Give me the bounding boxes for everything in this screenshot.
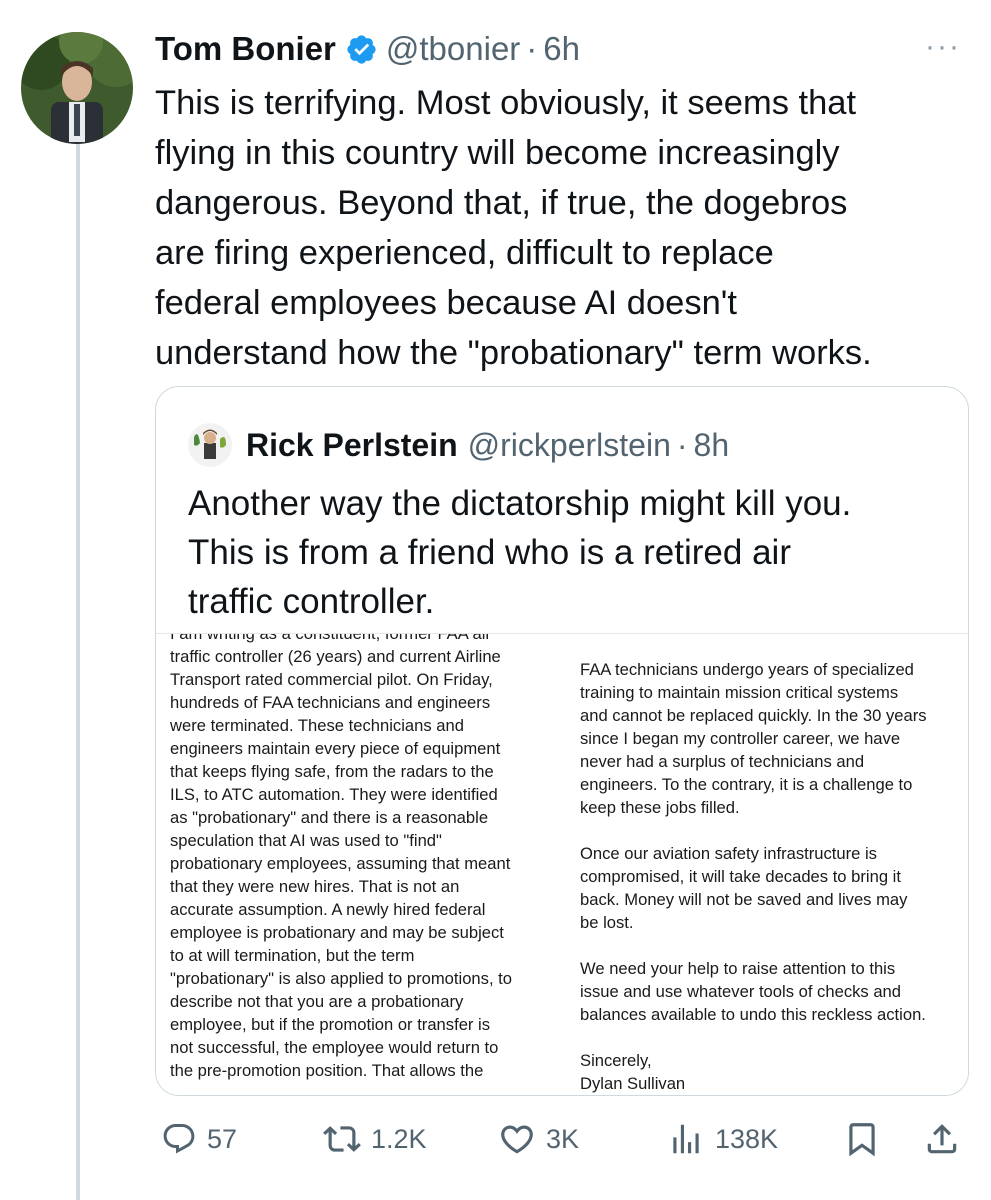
tweet-header: Tom Bonier @tbonier · 6h bbox=[155, 26, 961, 72]
quoted-header: Rick Perlstein @rickperlstein · 8h bbox=[188, 423, 729, 467]
views-count: 138K bbox=[715, 1123, 779, 1154]
letter-right-column: FAA technicians undergo years of special… bbox=[580, 660, 927, 1093]
quoted-timestamp[interactable]: 8h bbox=[694, 427, 730, 464]
bookmark-button[interactable] bbox=[843, 1112, 881, 1166]
quoted-separator-dot: · bbox=[676, 426, 688, 463]
share-button[interactable] bbox=[923, 1112, 961, 1166]
views-button[interactable]: 138K bbox=[667, 1112, 778, 1166]
like-button[interactable]: 3K bbox=[498, 1112, 579, 1166]
verified-badge-icon bbox=[345, 33, 378, 66]
bookmark-icon bbox=[843, 1120, 881, 1158]
like-count: 3K bbox=[546, 1123, 580, 1154]
share-icon bbox=[923, 1120, 961, 1158]
quoted-author-handle[interactable]: @rickperlstein bbox=[468, 427, 671, 464]
letter-left-column: I am writing as a constituent, former FA… bbox=[170, 633, 513, 1080]
separator-dot: · bbox=[526, 30, 538, 67]
views-icon bbox=[667, 1120, 705, 1158]
quoted-avatar bbox=[188, 423, 232, 467]
repost-count: 1.2K bbox=[371, 1123, 427, 1154]
more-icon[interactable]: ··· bbox=[925, 30, 961, 64]
author-handle[interactable]: @tbonier bbox=[386, 30, 520, 68]
tweet-text: This is terrifying. Most obviously, it s… bbox=[155, 84, 872, 372]
reply-button[interactable]: 57 bbox=[161, 1112, 237, 1166]
timestamp[interactable]: 6h bbox=[543, 30, 580, 68]
quoted-text: Another way the dictatorship might kill … bbox=[188, 484, 852, 621]
reply-icon bbox=[161, 1121, 197, 1157]
repost-button[interactable]: 1.2K bbox=[323, 1112, 427, 1166]
repost-icon bbox=[323, 1120, 361, 1158]
thread-connector-line bbox=[76, 142, 80, 1200]
avatar[interactable] bbox=[21, 32, 133, 144]
action-bar: 57 1.2K 3K 138K bbox=[155, 1112, 967, 1166]
like-icon bbox=[498, 1120, 536, 1158]
reply-count: 57 bbox=[207, 1123, 238, 1154]
quoted-author-name[interactable]: Rick Perlstein bbox=[246, 427, 458, 464]
quoted-tweet[interactable]: Rick Perlstein @rickperlstein · 8h Anoth… bbox=[155, 386, 969, 1096]
author-name[interactable]: Tom Bonier bbox=[155, 30, 336, 68]
letter-image[interactable]: I am writing as a constituent, former FA… bbox=[156, 633, 968, 1095]
